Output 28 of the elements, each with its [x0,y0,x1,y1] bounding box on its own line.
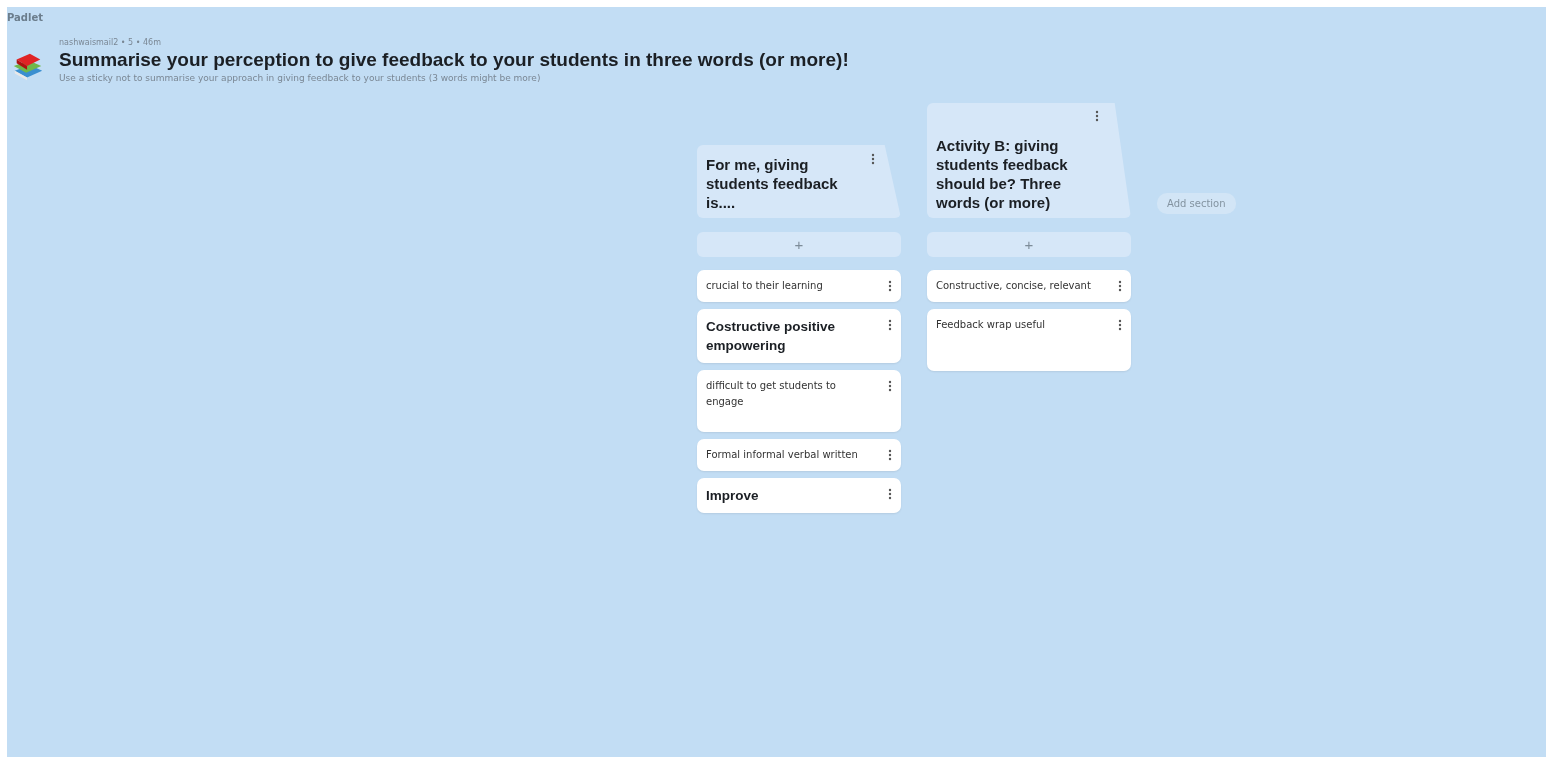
section-title: For me, giving students feedback is.... [706,155,839,212]
post-card[interactable]: difficult to get students to engage [697,370,901,432]
more-icon[interactable] [1118,319,1122,331]
more-icon[interactable] [888,319,892,331]
more-icon[interactable] [1118,280,1122,292]
post-text: Costructive positive empowering [706,318,837,355]
post-text: difficult to get students to engage [706,379,837,409]
post-card[interactable]: Improve [697,478,901,513]
post-text: Feedback wrap useful [936,318,1046,332]
more-icon[interactable] [888,380,892,392]
post-text: Formal informal verbal written [706,448,858,462]
board-description: Use a sticky not to summarise your approach in giving feedback to your students (3 words might be more) [59,73,542,83]
post-card[interactable]: Constructive, concise, relevant [927,270,1131,302]
more-icon[interactable] [888,449,892,461]
more-icon[interactable] [888,488,892,500]
post-card[interactable]: Feedback wrap useful [927,309,1131,371]
more-icon[interactable] [888,280,892,292]
post-card[interactable]: Costructive positive empowering [697,309,901,363]
more-icon[interactable] [871,153,875,165]
post-text: crucial to their learning [706,279,823,293]
post-text: Improve [706,487,759,505]
board-title: Summarise your perception to give feedback to your students in three words (or more)! [59,49,849,71]
section-title: Activity B: giving students feedback should be? Three words (or more) [936,136,1069,212]
post-card[interactable]: crucial to their learning [697,270,901,302]
post-text: Constructive, concise, relevant [936,279,1091,293]
post-meta: nashwaismail2 • 5 • 46m [59,38,162,47]
post-card[interactable]: Formal informal verbal written [697,439,901,471]
more-icon[interactable] [1095,110,1099,122]
